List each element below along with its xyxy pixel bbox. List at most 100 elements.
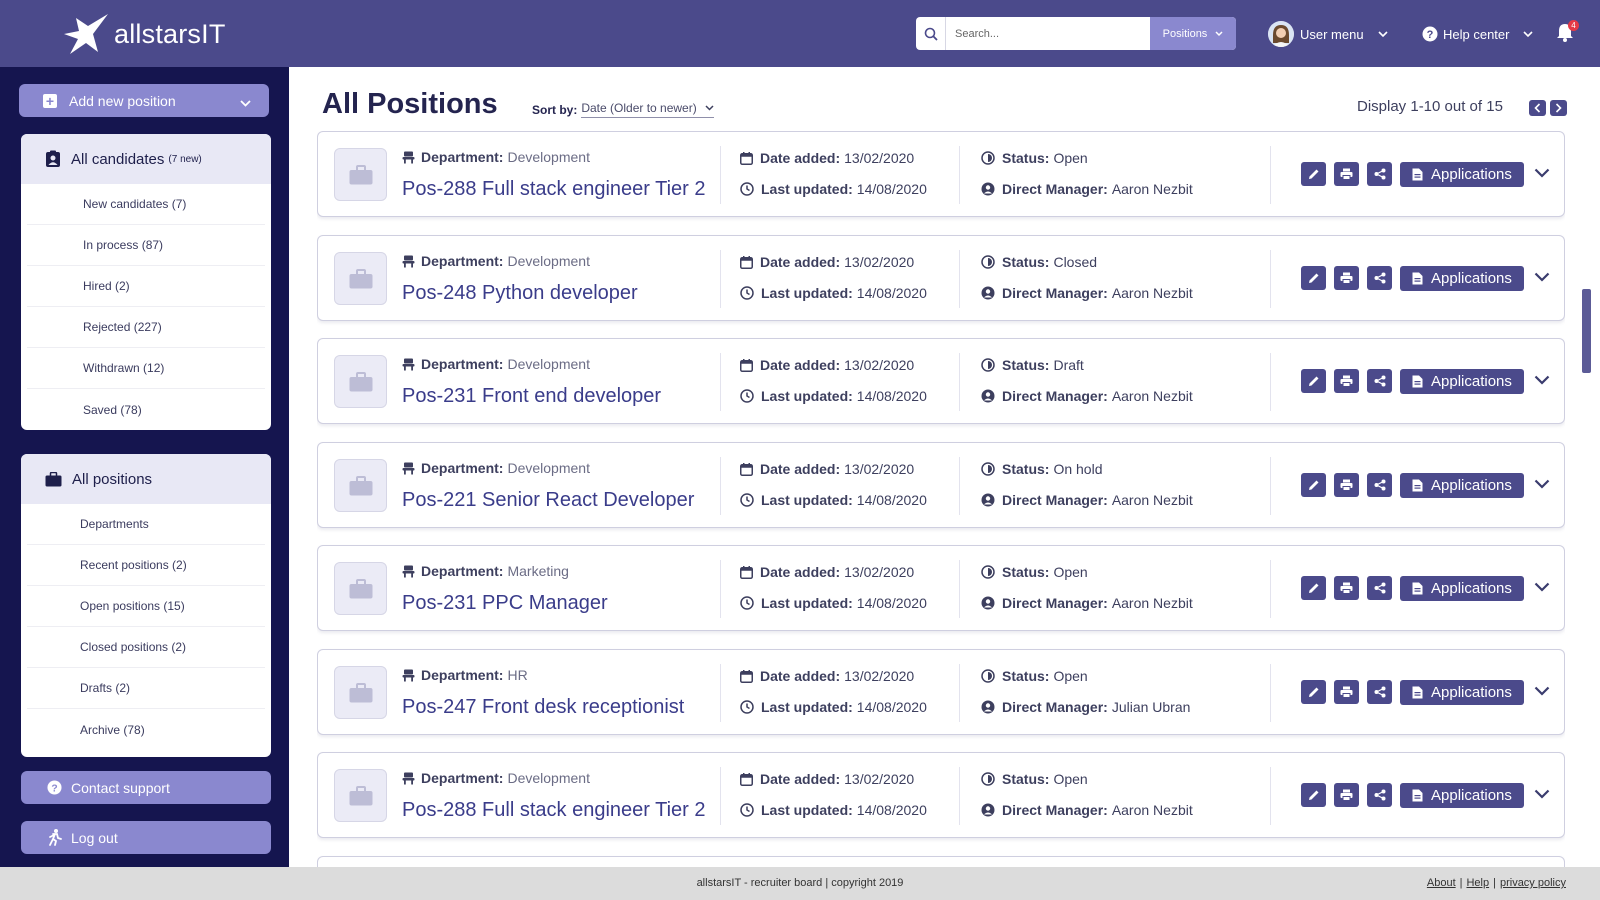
edit-button[interactable]: [1301, 783, 1326, 807]
direct-manager-label: Direct Manager:: [1002, 388, 1108, 404]
last-updated-label: Last updated:: [761, 388, 853, 404]
contact-support-button[interactable]: ? Contact support: [21, 771, 271, 804]
expand-button[interactable]: [1534, 476, 1550, 494]
department-value: Development: [507, 460, 590, 476]
position-title[interactable]: Pos-288 Full stack engineer Tier 2: [402, 799, 706, 822]
calendar-icon: [740, 565, 753, 579]
edit-button[interactable]: [1301, 369, 1326, 393]
share-button[interactable]: [1367, 369, 1392, 393]
search-scope-dropdown[interactable]: Positions: [1150, 17, 1236, 50]
share-button[interactable]: [1367, 162, 1392, 186]
applications-button[interactable]: Applications: [1400, 162, 1524, 187]
sort-dropdown[interactable]: Date (Older to newer): [581, 101, 714, 118]
print-button[interactable]: [1334, 680, 1359, 704]
all-candidates-header[interactable]: All candidates (7 new): [21, 134, 271, 184]
sidebar-item-new-candidates[interactable]: New candidates (7): [27, 184, 265, 225]
position-title[interactable]: Pos-231 Front end developer: [402, 385, 661, 408]
share-button[interactable]: [1367, 783, 1392, 807]
chevron-down-icon: [1534, 375, 1550, 385]
briefcase-icon: [349, 785, 372, 805]
last-updated-value: 14/08/2020: [856, 699, 927, 715]
search-input[interactable]: [946, 17, 1150, 50]
user-menu[interactable]: User menu: [1268, 20, 1388, 48]
log-out-button[interactable]: Log out: [21, 821, 271, 854]
sidebar-item-hired[interactable]: Hired (2): [27, 266, 265, 307]
applications-button[interactable]: Applications: [1400, 473, 1524, 498]
expand-button[interactable]: [1534, 683, 1550, 701]
department: Department: Development: [402, 356, 590, 372]
department-label: Department:: [421, 356, 504, 372]
edit-button[interactable]: [1301, 680, 1326, 704]
position-title[interactable]: Pos-288 Full stack engineer Tier 2: [402, 178, 706, 201]
sidebar-item-closed-positions[interactable]: Closed positions (2): [27, 627, 265, 668]
sidebar-item-open-positions[interactable]: Open positions (15): [27, 586, 265, 627]
sidebar-item-recent-positions[interactable]: Recent positions (2): [27, 545, 265, 586]
share-button[interactable]: [1367, 266, 1392, 290]
position-title[interactable]: Pos-231 PPC Manager: [402, 592, 608, 615]
help-link[interactable]: Help: [1466, 877, 1489, 889]
expand-button[interactable]: [1534, 372, 1550, 390]
privacy-policy-link[interactable]: privacy policy: [1500, 877, 1566, 889]
applications-button[interactable]: Applications: [1400, 266, 1524, 291]
print-button[interactable]: [1334, 266, 1359, 290]
about-link[interactable]: About: [1427, 877, 1456, 889]
sidebar-item-drafts[interactable]: Drafts (2): [27, 668, 265, 709]
svg-text:?: ?: [1427, 29, 1434, 41]
edit-button[interactable]: [1301, 576, 1326, 600]
divider: [1270, 250, 1271, 308]
sidebar-item-in-process[interactable]: In process (87): [27, 225, 265, 266]
print-button[interactable]: [1334, 473, 1359, 497]
position-title[interactable]: Pos-247 Front desk receptionist: [402, 696, 684, 719]
department-label: Department:: [421, 667, 504, 683]
position-title[interactable]: Pos-221 Senior React Developer: [402, 489, 694, 512]
sidebar-item-departments[interactable]: Departments: [27, 504, 265, 545]
chevron-left-icon: [1534, 103, 1541, 113]
share-button[interactable]: [1367, 680, 1392, 704]
sidebar-item-label: Departments: [80, 517, 149, 531]
chevron-down-icon: [240, 94, 251, 110]
expand-button[interactable]: [1534, 269, 1550, 287]
printer-icon: [1340, 375, 1353, 387]
applications-button[interactable]: Applications: [1400, 783, 1524, 808]
previous-page-button[interactable]: [1529, 100, 1546, 116]
sidebar-item-label: Recent positions (2): [80, 558, 187, 572]
applications-button[interactable]: Applications: [1400, 369, 1524, 394]
edit-button[interactable]: [1301, 473, 1326, 497]
expand-button[interactable]: [1534, 786, 1550, 804]
document-icon: [1412, 168, 1423, 181]
position-title[interactable]: Pos-248 Python developer: [402, 282, 638, 305]
share-button[interactable]: [1367, 473, 1392, 497]
sort-label: Sort by:: [532, 102, 578, 117]
search-icon[interactable]: [916, 17, 946, 50]
applications-label: Applications: [1431, 166, 1512, 183]
date-added: Date added: 13/02/2020: [740, 564, 914, 580]
expand-button[interactable]: [1534, 579, 1550, 597]
help-center-menu[interactable]: ? Help center: [1422, 20, 1534, 48]
expand-button[interactable]: [1534, 165, 1550, 183]
print-button[interactable]: [1334, 369, 1359, 393]
sort-control[interactable]: Sort by: Date (Older to newer): [532, 101, 714, 118]
sidebar-item-label: Withdrawn (12): [83, 361, 165, 375]
applications-button[interactable]: Applications: [1400, 680, 1524, 705]
sidebar-item-rejected[interactable]: Rejected (227): [27, 307, 265, 348]
user-circle-icon: [981, 493, 995, 507]
sidebar-item-withdrawn[interactable]: Withdrawn (12): [27, 348, 265, 389]
notifications-button[interactable]: 4: [1556, 20, 1579, 46]
sidebar-item-archive[interactable]: Archive (78): [27, 709, 265, 750]
share-button[interactable]: [1367, 576, 1392, 600]
logo[interactable]: allstarsIT: [62, 12, 226, 56]
print-button[interactable]: [1334, 576, 1359, 600]
sidebar-item-saved[interactable]: Saved (78): [27, 389, 265, 430]
scrollbar-thumb[interactable]: [1582, 289, 1591, 373]
print-button[interactable]: [1334, 783, 1359, 807]
add-new-position-button[interactable]: + Add new position: [19, 84, 269, 117]
print-button[interactable]: [1334, 162, 1359, 186]
user-circle-icon: [981, 286, 995, 300]
edit-button[interactable]: [1301, 266, 1326, 290]
applications-button[interactable]: Applications: [1400, 576, 1524, 601]
chevron-down-icon: [1534, 789, 1550, 799]
edit-button[interactable]: [1301, 162, 1326, 186]
applications-label: Applications: [1431, 787, 1512, 804]
next-page-button[interactable]: [1550, 100, 1567, 116]
all-positions-header[interactable]: All positions: [21, 454, 271, 504]
